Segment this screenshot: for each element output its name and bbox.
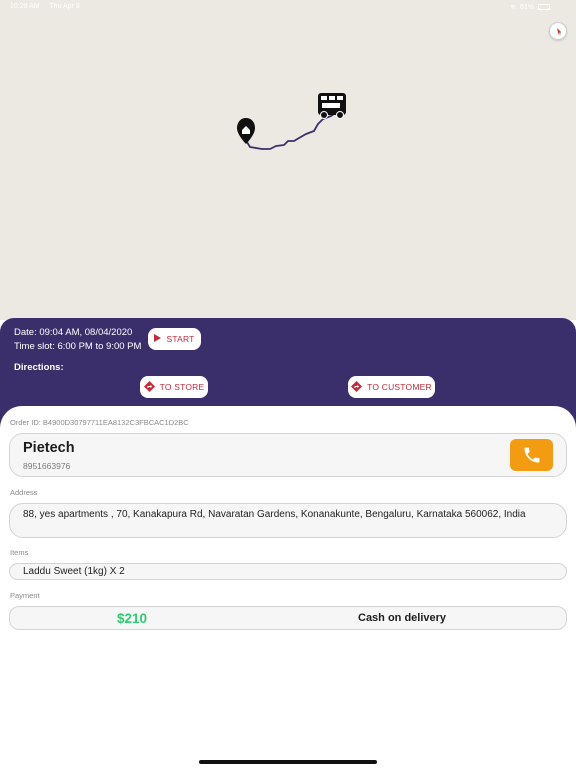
status-bar: 10:28 AM Thu Apr 9 ≋ 81% — [0, 0, 576, 14]
order-date: Date: 09:04 AM, 08/04/2020 — [14, 327, 133, 338]
battery-percent: 81% — [519, 3, 534, 11]
home-indicator[interactable] — [199, 760, 377, 764]
status-date: Thu Apr 9 — [49, 3, 80, 10]
route-overlay — [237, 93, 346, 150]
payment-mode: Cash on delivery — [358, 612, 447, 624]
home-pin-icon — [237, 118, 255, 144]
payment-label: Payment — [10, 591, 40, 600]
to-store-label: TO STORE — [159, 382, 205, 392]
call-button[interactable] — [510, 439, 553, 471]
battery-icon — [538, 4, 550, 10]
status-time: 10:28 AM — [10, 3, 40, 10]
to-customer-button[interactable]: TO CUSTOMER — [348, 376, 435, 398]
phone-icon — [524, 447, 539, 463]
start-button[interactable]: START — [148, 328, 201, 350]
directions-icon — [143, 380, 155, 394]
items-label: Items — [10, 548, 29, 557]
time-slot: Time slot: 6:00 PM to 9:00 PM — [14, 341, 142, 352]
address-box: 88, yes apartments , 70, Kanakapura Rd, … — [9, 503, 567, 538]
customer-phone: 8951663976 — [23, 461, 71, 471]
compass-button[interactable] — [549, 22, 567, 40]
directions-icon — [351, 380, 363, 394]
address-text: 88, yes apartments , 70, Kanakapura Rd, … — [23, 509, 526, 520]
customer-box: Pietech 8951663976 — [9, 433, 567, 477]
start-button-label: START — [166, 334, 195, 344]
payment-box: $210 Cash on delivery — [9, 606, 567, 630]
items-text: Laddu Sweet (1kg) X 2 — [23, 566, 125, 577]
compass-icon — [557, 28, 561, 36]
map-view[interactable] — [0, 0, 576, 320]
order-details-card: Order ID: B4900D30797711EA8132C3FBCAC1D2… — [0, 406, 576, 768]
customer-name: Pietech — [23, 440, 75, 456]
wifi-icon: ≋ — [510, 4, 516, 11]
play-icon — [154, 334, 162, 344]
address-label: Address — [10, 488, 38, 497]
to-store-button[interactable]: TO STORE — [140, 376, 208, 398]
order-id: Order ID: B4900D30797711EA8132C3FBCAC1D2… — [10, 418, 189, 427]
to-customer-label: TO CUSTOMER — [367, 382, 432, 392]
payment-amount: $210 — [117, 611, 148, 626]
items-box: Laddu Sweet (1kg) X 2 — [9, 563, 567, 580]
delivery-truck-icon — [318, 93, 346, 119]
directions-label: Directions: — [14, 362, 64, 373]
